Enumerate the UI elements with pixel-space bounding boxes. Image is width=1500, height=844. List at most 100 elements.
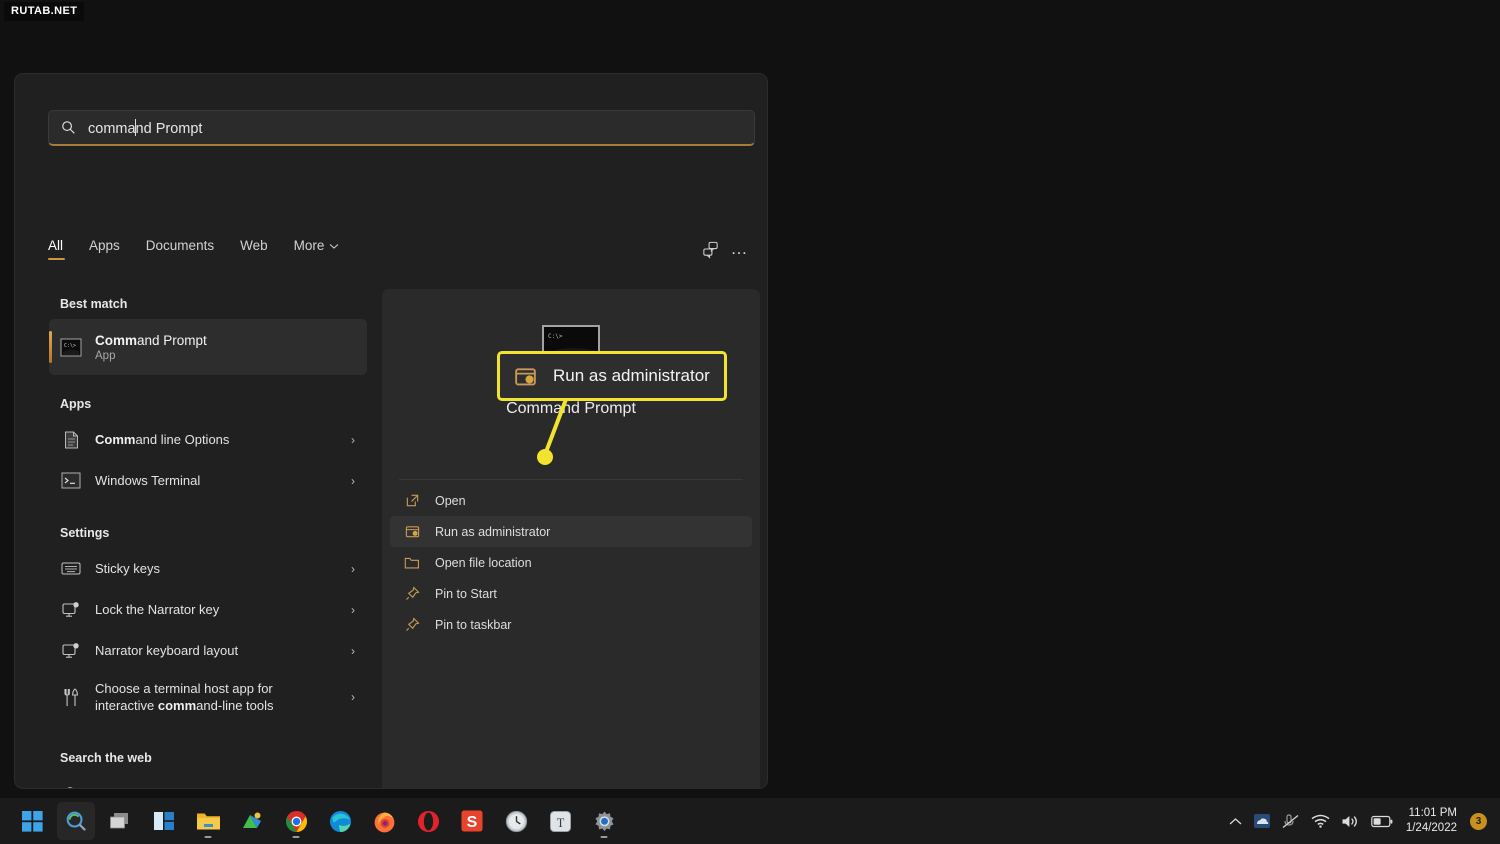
chevron-right-icon[interactable]: ›: [351, 433, 355, 447]
firefox-icon: [374, 811, 394, 832]
file-explorer-button[interactable]: [189, 802, 227, 840]
action-pin-to-start[interactable]: Pin to Start: [390, 578, 752, 609]
clock-app-button[interactable]: [497, 802, 535, 840]
action-label: Open: [435, 493, 466, 508]
document-icon: [60, 431, 82, 449]
paint-3d-button[interactable]: [233, 802, 271, 840]
search-text-before-caret: comma: [88, 120, 136, 137]
tab-documents[interactable]: Documents: [146, 238, 214, 260]
edge-icon: [329, 810, 351, 832]
hidden-icons-icon[interactable]: [1229, 817, 1242, 826]
result-sticky-keys[interactable]: Sticky keys ›: [49, 548, 367, 589]
teamviewer-icon: T: [549, 810, 571, 832]
result-web-search-comma[interactable]: comma - See web results ›: [49, 773, 367, 789]
clock-icon: [505, 810, 527, 832]
opera-button[interactable]: [409, 802, 447, 840]
result-command-line-options[interactable]: Command line Options ›: [49, 419, 367, 460]
chevron-right-icon[interactable]: ›: [351, 787, 355, 789]
paint-3d-icon: [243, 812, 261, 828]
pin-icon: [402, 617, 422, 632]
section-heading-settings: Settings: [60, 526, 110, 540]
chrome-icon: [285, 810, 307, 832]
result-label-bold: Comm: [95, 432, 136, 447]
wifi-icon[interactable]: [1311, 814, 1330, 828]
search-input[interactable]: command Prompt: [88, 118, 202, 137]
chevron-right-icon[interactable]: ›: [351, 562, 355, 576]
result-label-line2-bold: comm: [157, 698, 197, 713]
action-run-as-administrator[interactable]: Run as administrator: [390, 516, 752, 547]
best-match-subtitle: App: [95, 349, 116, 362]
result-choose-terminal-host-app[interactable]: Choose a terminal host app for interacti…: [49, 671, 367, 723]
widgets-button[interactable]: [145, 802, 183, 840]
snagit-button[interactable]: S: [453, 802, 491, 840]
edge-button[interactable]: [321, 802, 359, 840]
result-label: Choose a terminal host app for interacti…: [95, 680, 345, 714]
firefox-button[interactable]: [365, 802, 403, 840]
narrator-icon: [60, 642, 82, 659]
callout-label: Run as administrator: [553, 366, 710, 385]
search-box[interactable]: command Prompt: [48, 110, 755, 146]
taskbar-clock[interactable]: 11:01 PM 1/24/2022: [1406, 806, 1457, 836]
result-best-match-command-prompt[interactable]: C:\> Command Prompt App: [49, 319, 367, 375]
volume-icon[interactable]: [1341, 814, 1360, 829]
opera-icon: [417, 810, 439, 832]
chevron-right-icon[interactable]: ›: [351, 474, 355, 488]
result-label-line1: Choose a terminal host app for: [95, 681, 273, 696]
result-windows-terminal[interactable]: Windows Terminal ›: [49, 460, 367, 501]
preview-app-title: Command Prompt: [506, 400, 636, 417]
folder-icon: [196, 813, 220, 830]
action-label: Run as administrator: [435, 524, 551, 539]
best-match-texts: Command Prompt App: [95, 333, 207, 362]
taskbar-apps: S T: [13, 802, 623, 840]
windows-search-window: command Prompt All Apps Documents Web Mo…: [14, 73, 768, 789]
keyboard-icon: [60, 561, 82, 576]
search-icon: [61, 120, 76, 135]
tools-icon: [60, 687, 82, 707]
teamviewer-button[interactable]: T: [541, 802, 579, 840]
best-match-title-rest: and Prompt: [137, 332, 207, 348]
settings-app-button[interactable]: [585, 802, 623, 840]
tab-web[interactable]: Web: [240, 238, 268, 260]
tab-apps[interactable]: Apps: [89, 238, 120, 260]
mic-muted-icon[interactable]: [1282, 813, 1300, 829]
action-open[interactable]: Open: [390, 485, 752, 516]
chevron-right-icon[interactable]: ›: [351, 603, 355, 617]
shield-admin-icon: [514, 365, 537, 388]
chevron-right-icon[interactable]: ›: [351, 644, 355, 658]
tab-all-label: All: [48, 238, 64, 253]
web-result-suffix: - See web results: [141, 786, 244, 788]
result-label: Lock the Narrator key: [95, 602, 220, 617]
tab-more-label: More: [293, 238, 325, 253]
best-match-title-bold: Comm: [95, 332, 138, 348]
tab-documents-label: Documents: [145, 238, 215, 253]
run-as-administrator-callout[interactable]: Run as administrator: [497, 351, 727, 401]
task-view-button[interactable]: [101, 802, 139, 840]
section-heading-search-the-web: Search the web: [60, 751, 152, 765]
start-button[interactable]: [13, 802, 51, 840]
watermark: RUTAB.NET: [4, 2, 85, 21]
onedrive-icon[interactable]: [1253, 813, 1271, 829]
running-indicator: [600, 835, 608, 838]
result-lock-narrator-key[interactable]: Lock the Narrator key ›: [49, 589, 367, 630]
action-label: Pin to taskbar: [435, 617, 512, 632]
chrome-button[interactable]: [277, 802, 315, 840]
result-narrator-keyboard-layout[interactable]: Narrator keyboard layout ›: [49, 630, 367, 671]
running-indicator: [292, 835, 300, 838]
battery-icon[interactable]: [1371, 815, 1393, 828]
chevron-down-icon: [329, 238, 339, 253]
notification-badge[interactable]: 3: [1470, 812, 1487, 830]
tab-apps-label: Apps: [89, 238, 120, 253]
tab-more[interactable]: More: [294, 238, 340, 260]
best-match-title: Command Prompt: [95, 333, 207, 348]
action-pin-to-taskbar[interactable]: Pin to taskbar: [390, 609, 752, 640]
search-button[interactable]: [57, 802, 95, 840]
action-open-file-location[interactable]: Open file location: [390, 547, 752, 578]
windows-start-icon: [21, 810, 43, 832]
narrator-icon: [60, 601, 82, 618]
result-label: Command line Options: [95, 432, 345, 447]
feedback-icon[interactable]: [695, 234, 725, 264]
ellipsis-icon[interactable]: …: [725, 234, 755, 264]
chevron-right-icon[interactable]: ›: [351, 690, 355, 704]
tab-all[interactable]: All: [48, 238, 66, 260]
open-external-icon: [402, 493, 422, 508]
